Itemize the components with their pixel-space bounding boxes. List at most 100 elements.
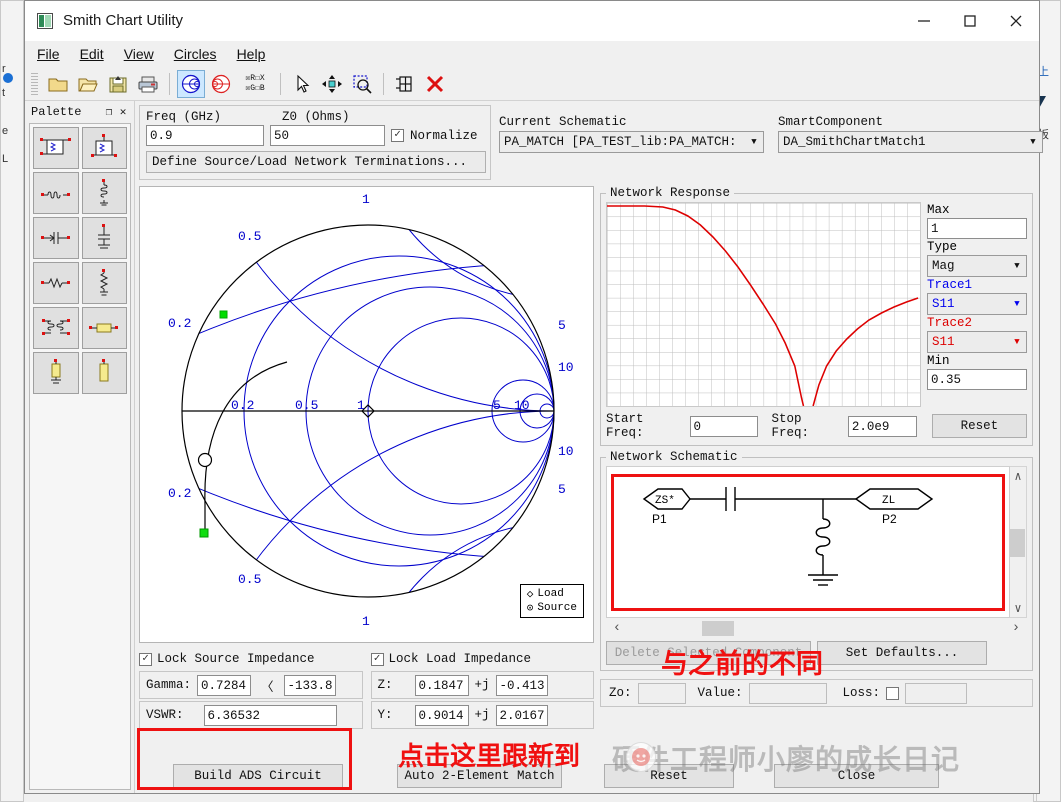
value-input[interactable]	[749, 683, 827, 704]
z-real-input[interactable]: 0.1847	[415, 675, 469, 696]
stop-freq-label: Stop Freq:	[771, 412, 842, 440]
pan-icon[interactable]	[318, 70, 346, 98]
palette-item-shunt-impedance-box[interactable]	[82, 127, 128, 169]
minimize-button[interactable]	[901, 1, 947, 41]
palette-item-shunt-resistor[interactable]	[82, 262, 128, 304]
palette-item-series-capacitor[interactable]	[33, 217, 79, 259]
current-schematic-combo[interactable]: PA_MATCH [PA_TEST_lib:PA_MATCH: ▼	[499, 131, 764, 153]
hscroll-track[interactable]	[628, 621, 1005, 636]
palette-item-shunt-inductor[interactable]	[82, 172, 128, 214]
palette-dock-icon[interactable]: ❐	[102, 105, 116, 119]
trace2-combo[interactable]: S11 ▼	[927, 331, 1027, 353]
loss-input[interactable]	[905, 683, 967, 704]
loss-checkbox[interactable]	[886, 687, 899, 700]
bottom-buttons-bar: Build ADS Circuit Auto 2-Element Match R…	[139, 759, 1033, 793]
new-icon[interactable]	[44, 70, 72, 98]
freq-input[interactable]: 0.9	[146, 125, 264, 146]
bg-text-1: t	[2, 87, 5, 99]
type-combo[interactable]: Mag ▼	[927, 255, 1027, 277]
y-imag-input[interactable]: 2.0167	[496, 705, 548, 726]
smith-chart-canvas[interactable]: 1 0.5 0.2 0.2 0.5 1 5 10 10 5 0.2	[139, 186, 594, 643]
open-folder-icon[interactable]	[74, 70, 102, 98]
palette-item-transformer[interactable]	[33, 307, 79, 349]
close-button-bottom[interactable]: Close	[774, 764, 939, 788]
lock-source-checkbox[interactable]: ✓	[139, 653, 152, 666]
delete-selected-component-button[interactable]: Delete Selected Component	[606, 641, 811, 665]
menu-item-edit[interactable]: Edit	[80, 46, 104, 62]
maximize-button[interactable]	[947, 1, 993, 41]
palette-body	[29, 123, 131, 790]
legend-label-source: Source	[537, 602, 577, 614]
y-real-input[interactable]: 0.9014	[415, 705, 469, 726]
menu-item-view[interactable]: View	[124, 46, 154, 62]
scroll-up-icon[interactable]: ∧	[1014, 467, 1021, 485]
type-value: Mag	[932, 259, 1010, 273]
min-input[interactable]: 0.35	[927, 369, 1027, 390]
scroll-down-icon[interactable]: ∨	[1014, 599, 1021, 617]
set-defaults-button[interactable]: Set Defaults...	[817, 641, 987, 665]
palette-grid	[33, 127, 127, 394]
hscroll-thumb[interactable]	[702, 621, 734, 636]
delete-x-icon[interactable]	[421, 70, 449, 98]
z0-input[interactable]: 50	[270, 125, 385, 146]
frequency-group: Freq (GHz) Z0 (Ohms) 0.9 50 ✓ Normalize …	[139, 105, 491, 180]
schematic-horizontal-scrollbar[interactable]: ‹ ›	[606, 618, 1027, 638]
normalize-checkbox[interactable]: ✓	[391, 129, 404, 142]
build-ads-circuit-button[interactable]: Build ADS Circuit	[173, 764, 343, 788]
palette-item-series-inductor[interactable]	[33, 172, 79, 214]
lock-load-checkbox[interactable]: ✓	[371, 653, 384, 666]
lock-source-label: Lock Source Impedance	[157, 652, 315, 666]
y-row: Y: 0.9014 +j 2.0167	[371, 701, 595, 729]
network-schematic-title: Network Schematic	[606, 450, 742, 464]
print-icon[interactable]	[134, 70, 162, 98]
network-response-plot[interactable]	[606, 202, 921, 407]
network-schematic-canvas[interactable]: ZS* P1 ZL P2	[606, 466, 1010, 618]
close-button[interactable]	[993, 1, 1039, 41]
menu-item-circles[interactable]: Circles	[174, 46, 217, 62]
vswr-input[interactable]: 6.36532	[204, 705, 337, 726]
zoom-select-icon[interactable]	[348, 70, 376, 98]
scroll-right-icon[interactable]: ›	[1005, 620, 1027, 636]
toolbar-grip[interactable]	[31, 73, 38, 95]
trace1-combo[interactable]: S11 ▼	[927, 293, 1027, 315]
palette-item-series-resistor[interactable]	[33, 262, 79, 304]
save-icon[interactable]	[104, 70, 132, 98]
stop-freq-input[interactable]: 2.0e9	[848, 416, 917, 437]
palette-item-shunt-stub[interactable]	[33, 352, 79, 394]
z-imag-input[interactable]: -0.413	[496, 675, 548, 696]
pointer-icon[interactable]	[288, 70, 316, 98]
zo-input[interactable]	[638, 683, 686, 704]
normalize-label: Normalize	[410, 129, 478, 143]
smartcomponent-combo[interactable]: DA_SmithChartMatch1 ▼	[778, 131, 1043, 153]
trace1-value: S11	[932, 297, 1010, 311]
svg-text:5: 5	[493, 398, 501, 413]
response-reset-button[interactable]: Reset	[932, 414, 1027, 438]
menu-item-help[interactable]: Help	[237, 46, 266, 62]
vscroll-thumb[interactable]	[1010, 529, 1025, 557]
palette-item-open-stub[interactable]	[82, 352, 128, 394]
top-controls-row: Freq (GHz) Z0 (Ohms) 0.9 50 ✓ Normalize …	[139, 105, 1033, 180]
smartcomponent-label: SmartComponent	[778, 115, 1043, 129]
smith-chart-red-icon[interactable]	[207, 70, 235, 98]
start-freq-input[interactable]: 0	[690, 416, 759, 437]
app-icon	[37, 13, 53, 29]
palette-item-series-impedance-box[interactable]	[33, 127, 79, 169]
menu-item-file[interactable]: File	[37, 46, 60, 62]
palette-header: Palette ❐ ✕	[25, 101, 134, 123]
grid-icon[interactable]	[391, 70, 419, 98]
define-terminations-button[interactable]: Define Source/Load Network Terminations.…	[146, 151, 486, 173]
gamma-magnitude-input[interactable]: 0.7284	[197, 675, 251, 696]
auto-2-element-match-button[interactable]: Auto 2-Element Match	[397, 764, 562, 788]
smith-chart-blue-icon[interactable]	[177, 70, 205, 98]
network-response-inner: Max 1 Type Mag ▼ Trace1 S11 ▼	[606, 202, 1027, 407]
gamma-angle-input[interactable]: -133.8	[284, 675, 336, 696]
rgb-checkboxes-icon[interactable]: ☒R☐X ☒G☐B	[237, 70, 273, 98]
schematic-vertical-scrollbar[interactable]: ∧ ∨	[1010, 466, 1027, 618]
source-marker-icon: ⊙	[527, 601, 534, 615]
max-input[interactable]: 1	[927, 218, 1027, 239]
palette-item-series-transmission-line[interactable]	[82, 307, 128, 349]
scroll-left-icon[interactable]: ‹	[606, 620, 628, 636]
palette-close-icon[interactable]: ✕	[116, 105, 130, 119]
palette-item-shunt-capacitor[interactable]	[82, 217, 128, 259]
reset-button[interactable]: Reset	[604, 764, 734, 788]
